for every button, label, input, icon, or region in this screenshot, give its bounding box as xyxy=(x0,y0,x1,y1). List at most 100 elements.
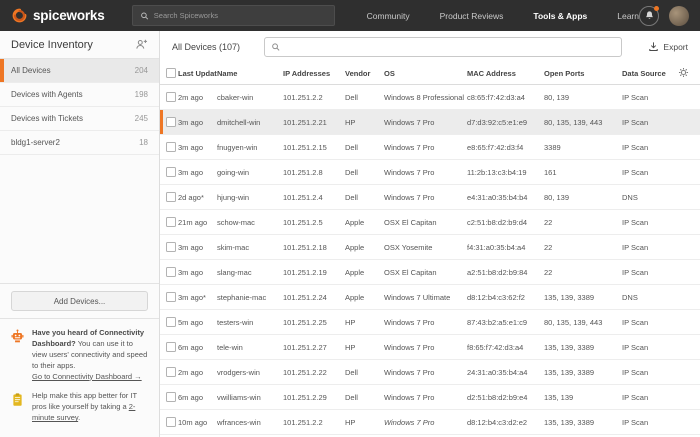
column-header-open-ports[interactable]: Open Ports xyxy=(544,69,622,78)
cell-os: Windows 7 Pro xyxy=(384,342,435,352)
nav-item-learn[interactable]: Learn xyxy=(617,11,639,21)
select-all-checkbox[interactable] xyxy=(166,68,176,78)
devices-search[interactable] xyxy=(264,36,623,57)
row-checkbox[interactable] xyxy=(166,117,176,127)
nav-item-tools-apps[interactable]: Tools & Apps xyxy=(533,11,587,21)
cell-open-ports: 22 xyxy=(544,217,553,227)
row-checkbox[interactable] xyxy=(166,317,176,327)
cell-os: Windows 7 Ultimate xyxy=(384,292,451,302)
sidebar-item-bldg1-server2[interactable]: bldg1-server2 18 xyxy=(0,131,159,155)
cell-data-source: IP Scan xyxy=(622,342,649,352)
sidebar: Device Inventory All Devices 204 Devices w… xyxy=(0,31,160,437)
row-checkbox-cell xyxy=(160,167,178,177)
notifications-button[interactable] xyxy=(639,5,659,26)
row-checkbox[interactable] xyxy=(166,192,176,202)
table-row[interactable]: 2d ago* hjung-win 101.251.2.4 Dell Windows 7… xyxy=(160,185,700,210)
column-header-os[interactable]: OS xyxy=(384,69,467,78)
export-button[interactable]: Export xyxy=(648,41,688,52)
table-row[interactable]: 3m ago skim-mac 101.251.2.18 Apple OSX Yosem… xyxy=(160,235,700,260)
row-checkbox-cell xyxy=(160,217,178,227)
table-row[interactable]: 3m ago fnugyen-win 101.251.2.15 Dell Windows… xyxy=(160,135,700,160)
devices-search-input[interactable] xyxy=(285,42,616,51)
row-checkbox[interactable] xyxy=(166,142,176,152)
cell-ip-address: 101.251.2.2 xyxy=(283,417,323,427)
sidebar-item-label: All Devices xyxy=(11,66,51,75)
cell-open-ports: 80, 135, 139, 443 xyxy=(544,317,603,327)
topbar-search-input[interactable] xyxy=(153,11,327,20)
cell-open-ports: 135, 139 xyxy=(544,392,574,402)
column-header-name[interactable]: Name xyxy=(217,69,283,78)
survey-clipboard-icon xyxy=(10,391,25,424)
cell-vendor: Dell xyxy=(345,167,358,177)
row-checkbox[interactable] xyxy=(166,367,176,377)
cell-data-source: IP Scan xyxy=(622,167,649,177)
row-checkbox[interactable] xyxy=(166,242,176,252)
gear-icon[interactable] xyxy=(678,67,689,80)
cell-os: OSX Yosemite xyxy=(384,242,433,252)
export-label: Export xyxy=(663,41,688,52)
row-checkbox[interactable] xyxy=(166,392,176,402)
table-row[interactable]: 6m ago vwilliams-win 101.251.2.29 Dell Windo… xyxy=(160,385,700,410)
sidebar-title: Device Inventory xyxy=(11,38,93,51)
download-icon xyxy=(649,42,659,51)
column-header-ip-addresses[interactable]: IP Addresses xyxy=(283,69,345,78)
cell-last-updated: 2m ago xyxy=(178,367,204,377)
table-row[interactable]: 5m ago testers-win 101.251.2.25 HP Windows 7… xyxy=(160,310,700,335)
table-row[interactable]: 3m ago going-win 101.251.2.8 Dell Windows 7 … xyxy=(160,160,700,185)
table-row[interactable]: 2m ago cbaker-win 101.251.2.2 Dell Windows 8… xyxy=(160,85,700,110)
cell-vendor: Apple xyxy=(345,242,365,252)
row-checkbox[interactable] xyxy=(166,292,176,302)
connectivity-promo-text: Have you heard of Connectivity Dashboard… xyxy=(32,328,149,382)
cell-mac-address: c2:51:b8:d2:b9:d4 xyxy=(467,217,528,227)
cell-mac-address: e4:31:a0:35:b4:b4 xyxy=(467,192,528,202)
add-devices-button[interactable]: Add Devices... xyxy=(11,291,148,311)
search-icon xyxy=(272,42,280,51)
row-checkbox[interactable] xyxy=(166,92,176,102)
row-checkbox[interactable] xyxy=(166,267,176,277)
cell-ip-address: 101.251.2.2 xyxy=(283,92,323,102)
row-checkbox[interactable] xyxy=(166,217,176,227)
cell-open-ports: 135, 139, 3389 xyxy=(544,367,595,377)
table-row[interactable]: 3m ago* stephanie-mac 101.251.2.24 Apple Win… xyxy=(160,285,700,310)
sidebar-item-devices-with-agents[interactable]: Devices with Agents 198 xyxy=(0,83,159,107)
cell-open-ports: 161 xyxy=(544,167,557,177)
cell-vendor: Dell xyxy=(345,92,358,102)
nav-item-product-reviews[interactable]: Product Reviews xyxy=(440,11,504,21)
cell-vendor: HP xyxy=(345,342,356,352)
sidebar-item-all-devices[interactable]: All Devices 204 xyxy=(0,59,159,83)
row-checkbox-cell xyxy=(160,117,178,127)
column-header-mac-address[interactable]: MAC Address xyxy=(467,69,544,78)
row-checkbox[interactable] xyxy=(166,417,176,427)
cell-ip-address: 101.251.2.21 xyxy=(283,117,327,127)
column-header-last-updated[interactable]: Last Updated xyxy=(178,69,217,78)
column-header-vendor[interactable]: Vendor xyxy=(345,69,384,78)
cell-data-source: IP Scan xyxy=(622,142,649,152)
table-row[interactable]: 6m ago tele-win 101.251.2.27 HP Windows 7 Pr… xyxy=(160,335,700,360)
connectivity-dashboard-link[interactable]: Go to Connectivity Dashboard → xyxy=(32,372,142,381)
user-avatar[interactable] xyxy=(669,5,689,26)
add-user-icon[interactable] xyxy=(135,38,148,51)
cell-ip-address: 101.251.2.15 xyxy=(283,142,327,152)
nav-item-community[interactable]: Community xyxy=(367,11,410,21)
table-row[interactable]: 10m ago wfrances-win 101.251.2.2 HP Windows … xyxy=(160,410,700,435)
table-row[interactable]: 2m ago vrodgers-win 101.251.2.22 Dell Window… xyxy=(160,360,700,385)
cell-name: stephanie-mac xyxy=(217,292,267,302)
cell-last-updated: 3m ago xyxy=(178,142,204,152)
cell-data-source: IP Scan xyxy=(622,242,649,252)
row-checkbox[interactable] xyxy=(166,167,176,177)
cell-last-updated: 2m ago xyxy=(178,92,204,102)
row-checkbox[interactable] xyxy=(166,342,176,352)
table-row[interactable]: 3m ago slang-mac 101.251.2.19 Apple OSX El C… xyxy=(160,260,700,285)
cell-open-ports: 80, 139 xyxy=(544,192,570,202)
sidebar-item-devices-with-tickets[interactable]: Devices with Tickets 245 xyxy=(0,107,159,131)
device-table: Last UpdatedNameIP AddressesVendorOSMAC … xyxy=(160,62,700,437)
cell-os: Windows 7 Pro xyxy=(384,192,435,202)
table-row[interactable]: 3m ago dmitchell-win 101.251.2.21 HP Windows… xyxy=(160,110,700,135)
cell-os: Windows 7 Pro xyxy=(384,317,435,327)
cell-name: tele-win xyxy=(217,342,243,352)
column-header-data-source[interactable]: Data Source xyxy=(622,69,678,78)
cell-os: Windows 7 Pro xyxy=(384,367,435,377)
spiceworks-logo[interactable]: spiceworks xyxy=(11,7,105,24)
topbar-search[interactable] xyxy=(131,5,335,26)
table-row[interactable]: 21m ago schow-mac 101.251.2.5 Apple OSX El C… xyxy=(160,210,700,235)
